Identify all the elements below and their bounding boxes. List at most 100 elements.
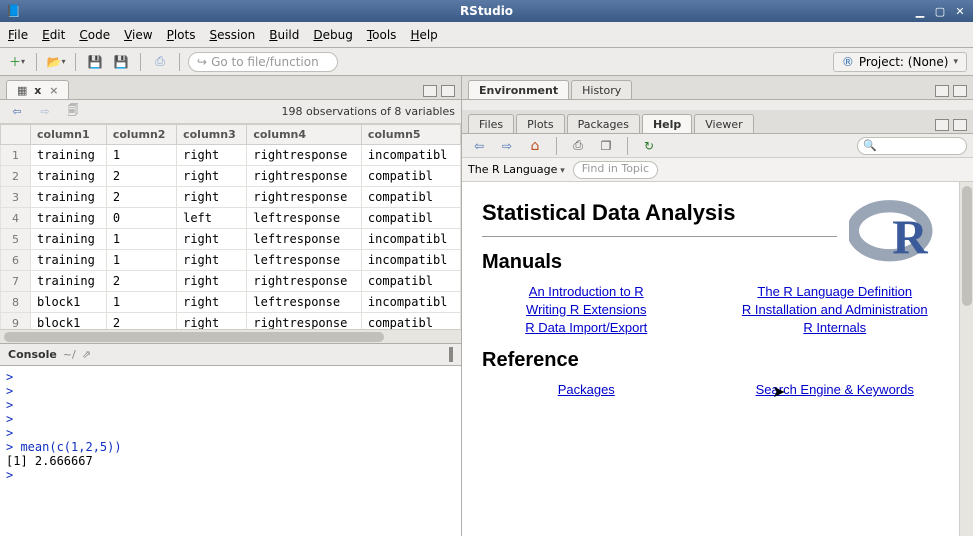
column-header[interactable]: column2 xyxy=(106,125,176,145)
column-header[interactable]: column3 xyxy=(177,125,247,145)
source-status: 198 observations of 8 variables xyxy=(282,105,455,118)
help-link[interactable]: Writing R Extensions xyxy=(482,302,691,317)
br-tabbar: FilesPlotsPackagesHelpViewer xyxy=(462,110,973,134)
menu-edit[interactable]: Edit xyxy=(42,28,65,42)
help-forward-button[interactable] xyxy=(496,135,518,157)
help-link[interactable]: R Data Import/Export xyxy=(482,320,691,335)
help-link[interactable]: The R Language Definition xyxy=(731,284,940,299)
window-titlebar: 📘 RStudio ▁ ▢ ✕ xyxy=(0,0,973,22)
table-row[interactable]: 4training0leftleftresponsecompatibl xyxy=(1,208,461,229)
console-pane: Console ~/ ⇗ >>>>>> mean(c(1,2,5))[1] 2.… xyxy=(0,344,461,536)
filter-button[interactable]: 🗐 xyxy=(62,101,84,123)
menu-view[interactable]: View xyxy=(124,28,152,42)
console-line: > xyxy=(6,384,455,398)
help-toolbar xyxy=(462,134,973,158)
help-link[interactable]: R Installation and Administration xyxy=(731,302,940,317)
source-pane: ▦ x × 🗐 198 observations of 8 variables … xyxy=(0,76,461,344)
tab-help[interactable]: Help xyxy=(642,114,692,133)
help-link[interactable]: An Introduction to R xyxy=(482,284,691,299)
data-grid[interactable]: column1column2column3column4column51trai… xyxy=(0,124,461,329)
table-icon: ▦ xyxy=(17,84,27,97)
column-header[interactable]: column1 xyxy=(31,125,107,145)
goto-arrow-icon: ↪ xyxy=(197,55,207,69)
horizontal-scrollbar[interactable] xyxy=(0,329,461,343)
br-maximize-button[interactable] xyxy=(953,119,967,131)
help-scrollbar[interactable] xyxy=(959,182,973,536)
br-minimize-button[interactable] xyxy=(935,119,949,131)
nav-forward-button[interactable] xyxy=(34,101,56,123)
table-row[interactable]: 6training1rightleftresponseincompatibl xyxy=(1,250,461,271)
goto-file-placeholder: Go to file/function xyxy=(211,55,319,69)
save-all-button[interactable]: 💾 xyxy=(110,51,132,73)
help-topicbar: The R Language Find in Topic xyxy=(462,158,973,182)
save-button[interactable]: 💾 xyxy=(84,51,106,73)
tab-plots[interactable]: Plots xyxy=(516,114,564,133)
tab-files[interactable]: Files xyxy=(468,114,514,133)
console-line: > xyxy=(6,370,455,384)
project-label: Project: (None) xyxy=(859,55,949,69)
menu-plots[interactable]: Plots xyxy=(167,28,196,42)
app-icon: 📘 xyxy=(6,4,21,18)
menu-help[interactable]: Help xyxy=(410,28,437,42)
console-maximize-button[interactable] xyxy=(451,347,453,362)
table-row[interactable]: 8block11rightleftresponseincompatibl xyxy=(1,292,461,313)
source-toolbar: 🗐 198 observations of 8 variables xyxy=(0,100,461,124)
menu-file[interactable]: File xyxy=(8,28,28,42)
column-header[interactable]: column5 xyxy=(361,125,460,145)
open-file-button[interactable]: 📂▾ xyxy=(45,51,67,73)
source-tab-x[interactable]: ▦ x × xyxy=(6,80,69,99)
window-title: RStudio xyxy=(460,4,513,18)
close-button[interactable]: ✕ xyxy=(953,4,967,18)
source-tabbar: ▦ x × xyxy=(0,76,461,100)
help-back-button[interactable] xyxy=(468,135,490,157)
console-title: Console xyxy=(8,348,57,361)
tab-history[interactable]: History xyxy=(571,80,632,99)
help-link[interactable]: Packages xyxy=(482,382,691,397)
tab-environment[interactable]: Environment xyxy=(468,80,569,99)
help-link[interactable]: Search Engine & Keywords xyxy=(731,382,940,397)
help-link[interactable]: R Internals xyxy=(731,320,940,335)
console-body[interactable]: >>>>>> mean(c(1,2,5))[1] 2.666667> xyxy=(0,366,461,536)
help-print-button[interactable] xyxy=(567,135,589,157)
env-maximize-button[interactable] xyxy=(953,85,967,97)
new-file-button[interactable]: ＋▾ xyxy=(6,51,28,73)
console-path: ~/ xyxy=(63,348,76,361)
env-minimize-button[interactable] xyxy=(935,85,949,97)
maximize-button[interactable]: ▢ xyxy=(933,4,947,18)
column-header[interactable]: column4 xyxy=(247,125,362,145)
table-row[interactable]: 9block12rightrightresponsecompatibl xyxy=(1,313,461,330)
table-row[interactable]: 5training1rightleftresponseincompatibl xyxy=(1,229,461,250)
minimize-button[interactable]: ▁ xyxy=(913,4,927,18)
console-line: > xyxy=(6,468,455,482)
find-in-topic-input[interactable]: Find in Topic xyxy=(573,161,658,179)
print-button[interactable]: ⎙ xyxy=(149,51,171,73)
console-header: Console ~/ ⇗ xyxy=(0,344,461,366)
nav-back-button[interactable] xyxy=(6,101,28,123)
goto-file-input[interactable]: ↪ Go to file/function xyxy=(188,52,338,72)
maximize-pane-button[interactable] xyxy=(441,85,455,97)
menu-code[interactable]: Code xyxy=(79,28,110,42)
menu-tools[interactable]: Tools xyxy=(367,28,397,42)
menu-build[interactable]: Build xyxy=(269,28,299,42)
help-popout-button[interactable] xyxy=(595,135,617,157)
table-row[interactable]: 1training1rightrightresponseincompatibl xyxy=(1,145,461,166)
help-home-button[interactable] xyxy=(524,135,546,157)
menu-session[interactable]: Session xyxy=(209,28,255,42)
help-pane: FilesPlotsPackagesHelpViewer The R Langu… xyxy=(462,110,973,536)
table-row[interactable]: 7training2rightrightresponsecompatibl xyxy=(1,271,461,292)
help-refresh-button[interactable] xyxy=(638,135,660,157)
console-path-icon[interactable]: ⇗ xyxy=(82,348,91,361)
table-row[interactable]: 2training2rightrightresponsecompatibl xyxy=(1,166,461,187)
project-menu[interactable]: ® Project: (None) ▾ xyxy=(833,52,967,72)
menu-debug[interactable]: Debug xyxy=(313,28,352,42)
minimize-pane-button[interactable] xyxy=(423,85,437,97)
help-topic-dropdown[interactable]: The R Language xyxy=(468,163,565,176)
console-line: > mean(c(1,2,5)) xyxy=(6,440,455,454)
tab-packages[interactable]: Packages xyxy=(567,114,640,133)
env-tabbar: EnvironmentHistory xyxy=(462,76,973,100)
help-reference-heading: Reference xyxy=(482,349,939,372)
tab-viewer[interactable]: Viewer xyxy=(694,114,753,133)
help-search-input[interactable] xyxy=(857,137,967,155)
close-tab-icon[interactable]: × xyxy=(49,84,58,97)
table-row[interactable]: 3training2rightrightresponsecompatibl xyxy=(1,187,461,208)
